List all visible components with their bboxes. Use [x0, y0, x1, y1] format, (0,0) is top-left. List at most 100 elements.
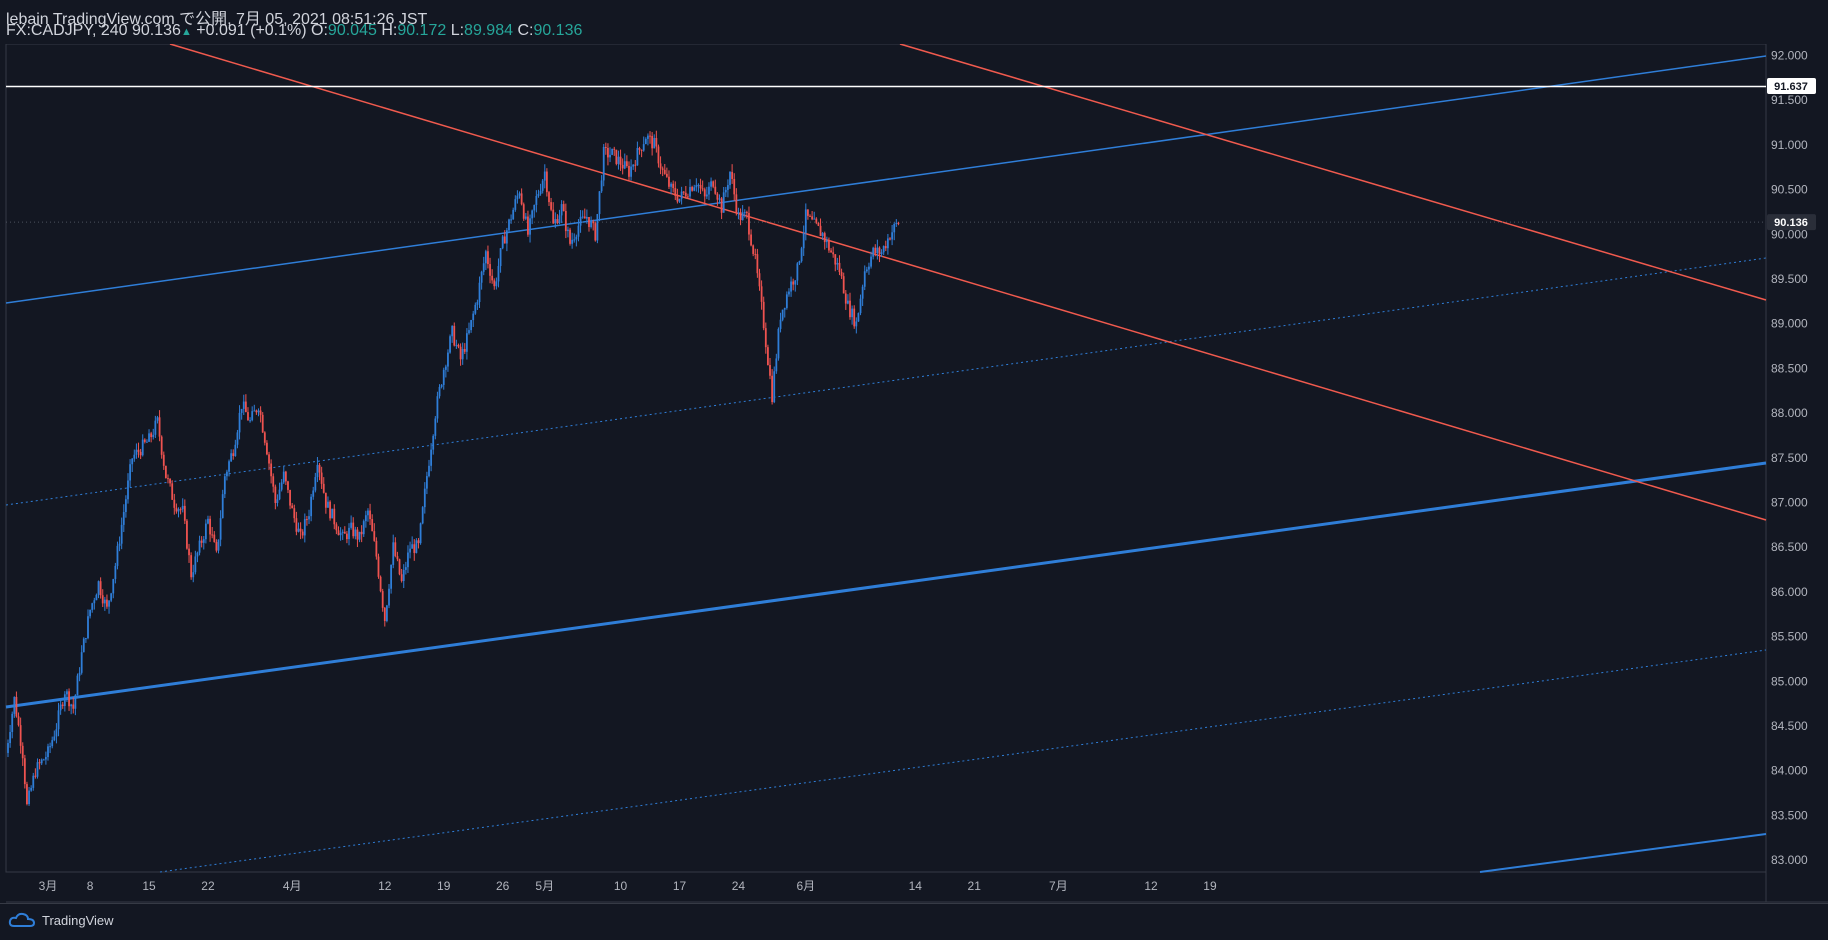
candle-body [884, 246, 887, 249]
candle-body [771, 375, 774, 403]
candle-body [171, 483, 174, 500]
candle-body [169, 478, 171, 484]
time-tick-label: 26 [496, 879, 510, 893]
time-axis[interactable]: 3月 8 15 22 4月 12 19 26 5月 10 17 24 6月 14 21 7月 12 19 [39, 879, 1217, 893]
candle-body [868, 266, 870, 270]
price-tick-label: 88.000 [1771, 406, 1808, 420]
candle-body [811, 216, 814, 220]
candle [817, 222, 820, 227]
candle-body [30, 787, 33, 791]
candle-body [623, 161, 626, 169]
candle-body [124, 499, 127, 513]
price-chart[interactable]: 92.00091.50091.00090.50090.00089.50089.0… [0, 0, 1828, 939]
time-tick-label: 12 [378, 879, 392, 893]
candle-body [141, 439, 144, 456]
candle-body [244, 401, 247, 413]
candle-body [57, 710, 60, 730]
candle-body [861, 286, 864, 299]
candle-body [796, 263, 799, 281]
candle-body [80, 652, 83, 673]
candle-body [527, 216, 529, 235]
candle-body [358, 531, 361, 540]
candle-body [564, 211, 567, 232]
candle-body [213, 534, 216, 542]
candle-body [259, 410, 262, 415]
candle-body [295, 518, 298, 532]
candle-body [127, 480, 129, 500]
candle-body [476, 302, 479, 305]
candle-body [413, 544, 416, 553]
candle-body [482, 263, 485, 272]
candle-body [647, 135, 649, 139]
candle-body [617, 156, 620, 164]
candle-body [444, 366, 447, 370]
candle-body [767, 347, 769, 366]
candle [449, 334, 451, 354]
candle-body [373, 531, 376, 541]
candle-body [51, 740, 54, 747]
candle-body [556, 219, 559, 224]
candle-body [840, 272, 843, 277]
time-tick-label: 5月 [535, 879, 554, 893]
candle-body [718, 198, 721, 200]
candle-body [575, 236, 578, 240]
candle-body [847, 300, 849, 304]
candle-body [293, 508, 296, 519]
candle-body [687, 196, 689, 198]
candle-body [655, 138, 658, 147]
candle [82, 637, 85, 653]
candle [602, 144, 605, 187]
candle-body [438, 386, 441, 397]
candle-body [545, 171, 548, 193]
candle-body [457, 344, 460, 347]
candle-body [733, 178, 736, 195]
candle-body [880, 252, 883, 255]
candle-body [221, 494, 224, 519]
candle-body [743, 212, 746, 214]
candle-body [863, 271, 866, 287]
candle-body [70, 704, 73, 707]
price-axis[interactable]: 92.00091.50091.00090.50090.00089.50089.0… [1771, 49, 1808, 868]
candle-body [428, 465, 430, 477]
candle-body [569, 229, 571, 244]
candle-body [729, 171, 731, 186]
candle-body [571, 239, 574, 244]
candle-body [642, 144, 645, 151]
candle-body [209, 518, 211, 535]
candle-body [838, 262, 841, 273]
candle-body [741, 212, 744, 221]
candle-body [167, 478, 169, 480]
candle-body [156, 417, 159, 421]
price-tick-label: 85.500 [1771, 630, 1808, 644]
candle-body [684, 192, 687, 197]
plot-area[interactable] [5, 43, 1767, 873]
candle-body [577, 225, 580, 237]
symbol-line: FX:CADJPY, 240 90.136▲ +0.091 (+0.1%) O:… [6, 22, 582, 40]
candle-body [419, 523, 422, 544]
tradingview-brand[interactable]: TradingView [8, 912, 114, 928]
candle-body [364, 515, 367, 522]
candle-body [89, 609, 91, 617]
candle-body [375, 540, 378, 557]
candle-body [78, 672, 81, 676]
candle-body [731, 171, 734, 179]
candle-body [695, 185, 698, 188]
time-tick-label: 19 [437, 879, 451, 893]
candle-body [61, 704, 64, 706]
candle-body [320, 472, 323, 484]
candle-body [764, 328, 767, 348]
candle-body [508, 219, 510, 231]
candle-body [792, 281, 795, 285]
candle-body [895, 222, 898, 224]
candle-body [897, 222, 900, 224]
symbol-interval[interactable]: FX:CADJPY, 240 [6, 22, 128, 39]
candle-body [120, 524, 123, 544]
candle-body [432, 435, 435, 450]
candle-body [484, 251, 487, 264]
price-tick-label: 89.500 [1771, 272, 1808, 286]
candle-body [516, 195, 519, 200]
candle-body [853, 308, 856, 327]
candle-body [192, 572, 195, 578]
candle-body [581, 216, 584, 218]
candle-body [604, 146, 607, 148]
